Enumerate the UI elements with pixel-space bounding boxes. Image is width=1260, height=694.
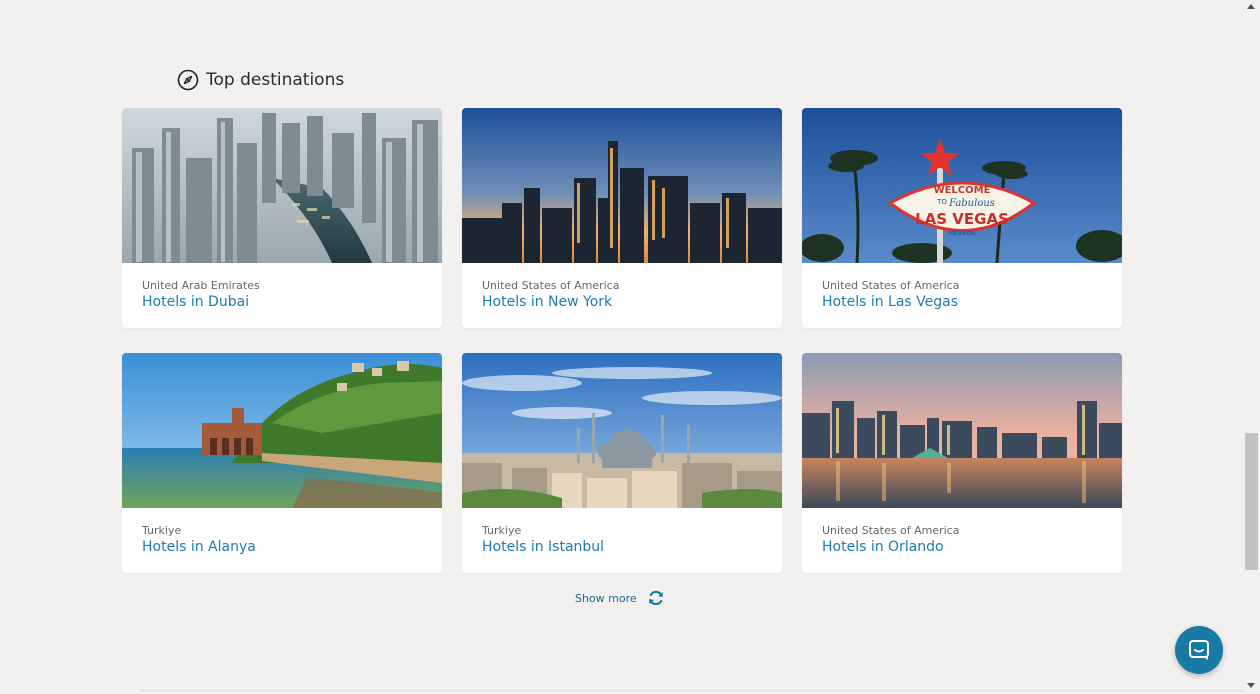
sign-fabulous: Fabulous (948, 198, 995, 209)
section-title-text: Top destinations (206, 70, 345, 90)
sign-city: LAS VEGAS (915, 210, 1009, 228)
dubai-marina-photo (122, 108, 442, 263)
scroll-down-arrow-icon[interactable] (1247, 683, 1255, 688)
card-link-istanbul[interactable]: Hotels in Istanbul (482, 539, 604, 555)
scroll-up-arrow-icon[interactable] (1247, 4, 1255, 9)
card-country: Turkiye (142, 524, 182, 537)
destination-card-new-york[interactable]: United States of America Hotels in New Y… (462, 108, 782, 328)
destination-card-dubai[interactable]: United Arab Emirates Hotels in Dubai (122, 108, 442, 328)
orlando-lake-photo (802, 353, 1122, 508)
footer-divider (140, 690, 1260, 691)
sign-state: NEVADA (948, 230, 976, 237)
chat-icon (1189, 640, 1209, 660)
destination-card-orlando[interactable]: United States of America Hotels in Orlan… (802, 353, 1122, 573)
card-link-alanya[interactable]: Hotels in Alanya (142, 539, 256, 555)
show-more-label: Show more (575, 591, 637, 605)
card-country: Turkiye (482, 524, 522, 537)
las-vegas-sign-photo: WELCOME TO Fabulous LAS VEGAS NEVADA (802, 108, 1122, 263)
compass-icon (177, 69, 199, 91)
section-title: Top destinations (177, 69, 344, 91)
alanya-castle-photo (122, 353, 442, 508)
card-country: United States of America (822, 279, 960, 292)
card-country: United States of America (822, 524, 960, 537)
sign-welcome: WELCOME (934, 185, 991, 196)
destination-card-las-vegas[interactable]: WELCOME TO Fabulous LAS VEGAS NEVADA Uni… (802, 108, 1122, 328)
istanbul-mosque-photo (462, 353, 782, 508)
card-link-orlando[interactable]: Hotels in Orlando (822, 539, 944, 555)
chat-button[interactable] (1175, 626, 1223, 674)
scrollbar-thumb[interactable] (1245, 433, 1258, 570)
show-more-button[interactable]: Show more (575, 589, 665, 607)
new-york-skyline-photo (462, 108, 782, 263)
scrollbar[interactable] (1243, 0, 1260, 694)
card-country: United Arab Emirates (142, 279, 260, 292)
card-link-dubai[interactable]: Hotels in Dubai (142, 294, 249, 310)
destination-card-alanya[interactable]: Turkiye Hotels in Alanya (122, 353, 442, 573)
refresh-icon (648, 590, 663, 606)
destination-card-istanbul[interactable]: Turkiye Hotels in Istanbul (462, 353, 782, 573)
sign-to: TO (936, 198, 947, 206)
card-country: United States of America (482, 279, 620, 292)
card-link-las-vegas[interactable]: Hotels in Las Vegas (822, 294, 958, 310)
card-link-new-york[interactable]: Hotels in New York (482, 294, 612, 310)
